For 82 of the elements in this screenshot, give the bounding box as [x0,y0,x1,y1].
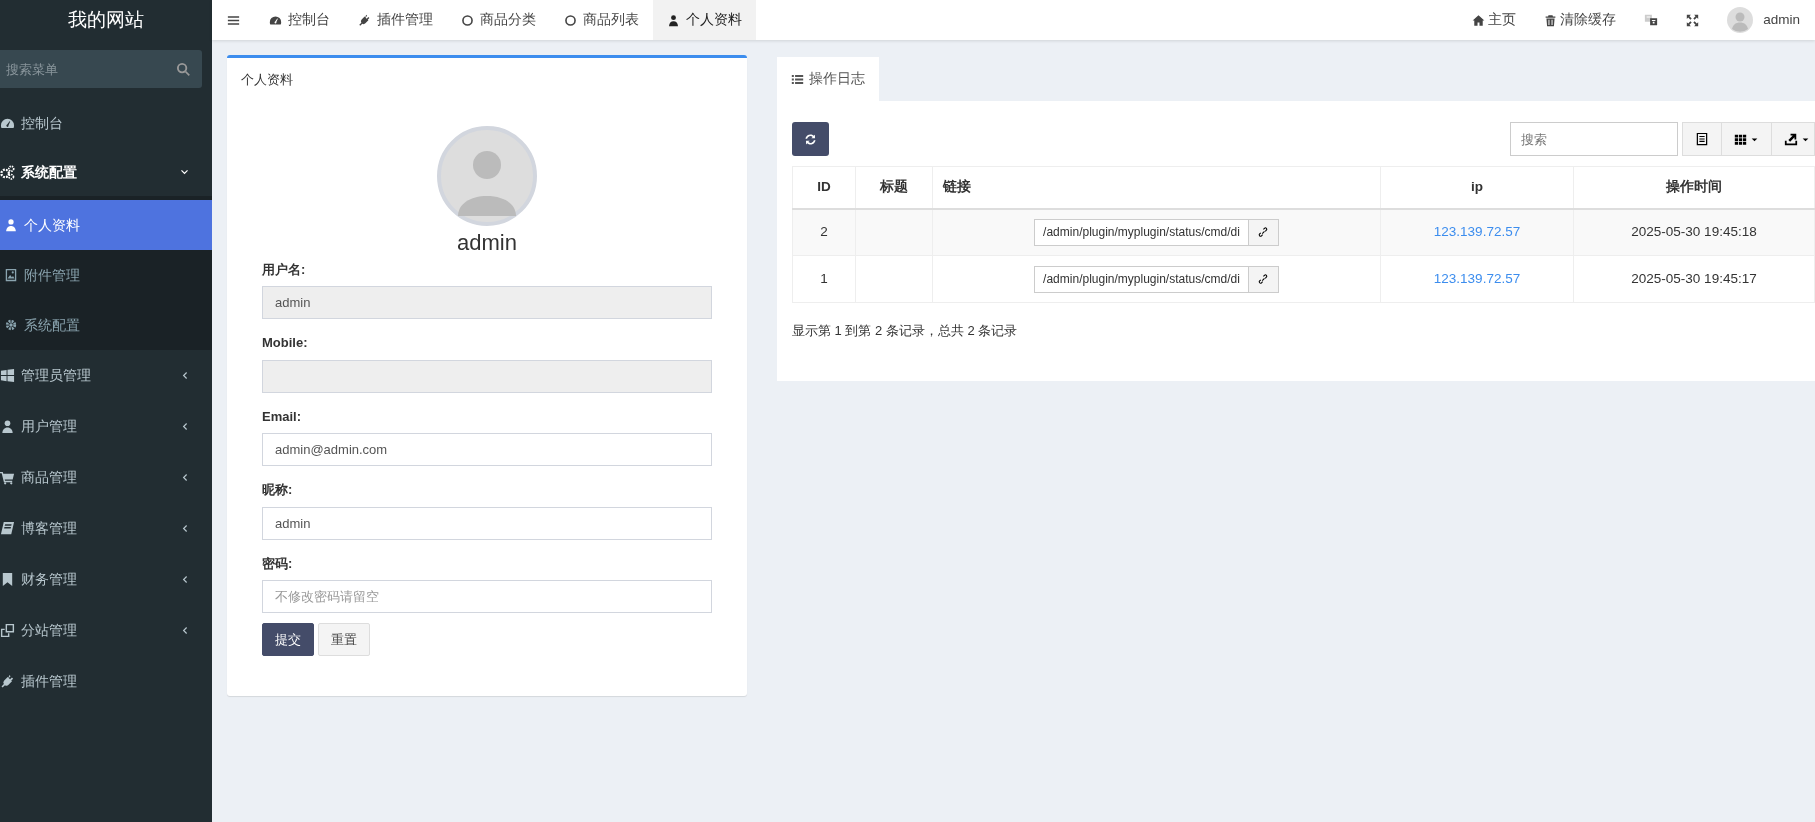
link-field[interactable]: /admin/plugin/myplugin/status/cmd/di [1034,218,1249,246]
field-label: Mobile: [262,334,309,353]
book-icon [0,521,15,536]
fullscreen-icon [1686,13,1700,27]
plug-icon [358,13,371,27]
circle-icon [461,13,474,27]
field-label: 昵称: [262,481,294,500]
user-menu[interactable]: admin [1713,0,1815,40]
open-link-button[interactable] [1248,218,1279,246]
column-header: ID [792,166,856,209]
table-cell: 1 [792,255,856,303]
field-label: 用户名: [262,260,307,279]
gear-icon [4,318,18,332]
toggle-view-button[interactable] [1682,122,1722,156]
trash-icon [1544,13,1558,27]
gauge-icon [269,13,282,27]
user-icon [667,13,680,27]
nav-tab[interactable]: 个人资料 [653,0,756,40]
circle-icon [564,13,577,27]
sidebar-subitem[interactable]: 个人资料 [0,200,212,250]
stacked-squares-icon [0,623,15,638]
nav-link[interactable]: 主页 [1458,0,1531,40]
input-field[interactable]: admin [262,506,712,540]
plug-icon [0,674,15,689]
link-icon [1257,273,1270,285]
sidebar-item[interactable]: 插件管理 [0,656,212,707]
avatar-icon [1727,7,1754,33]
pagination-summary: 显示第 1 到第 2 条记录，总共 2 条记录 [792,322,1018,340]
table-icon [1695,132,1709,146]
sidebar-subitem[interactable]: 系统配置 [0,300,212,350]
open-link-button[interactable] [1248,265,1279,293]
column-header: 链接 [932,166,1381,209]
search-icon [176,62,191,77]
cart-icon [0,470,15,485]
table-cell: 2025-05-30 19:45:17 [1573,255,1815,303]
sidebar-item[interactable]: 管理员管理 [0,350,212,401]
translate-icon [1644,13,1659,27]
field-label: Email: [262,407,302,426]
link-field[interactable]: /admin/plugin/myplugin/status/cmd/di [1034,265,1249,293]
field-label: 密码: [262,554,294,573]
submit-button[interactable]: 提交 [262,623,314,657]
sidebar-item[interactable]: 用户管理 [0,401,212,452]
gauge-icon [0,116,15,131]
windows-icon [0,368,15,383]
menu-search-field[interactable]: 搜索菜单 [0,50,202,88]
sidebar-item[interactable]: 商品管理 [0,452,212,503]
column-header: 操作时间 [1573,166,1815,209]
image-icon [4,268,18,282]
user-icon [4,218,18,232]
column-header: ip [1380,166,1574,209]
nav-tab[interactable]: 商品分类 [447,0,550,40]
table-cell: 2025-05-30 19:45:18 [1573,208,1815,256]
refresh-button[interactable] [792,122,829,156]
list-icon [791,72,804,86]
profile-name: admin [457,229,517,256]
nav-tab[interactable]: 控制台 [255,0,344,40]
columns-button[interactable] [1722,122,1772,156]
export-button[interactable] [1772,122,1815,156]
input-field[interactable]: admin@admin.com [262,433,712,467]
table-cell: 2 [792,208,856,256]
ip-link[interactable]: 123.139.72.57 [1433,270,1521,286]
refresh-icon [804,132,817,146]
grid-icon [1734,132,1747,146]
reset-button[interactable]: 重置 [318,623,370,657]
search-field[interactable]: 搜索 [1510,122,1678,156]
nav-tab[interactable]: 插件管理 [344,0,447,40]
user-icon [0,419,15,434]
home-icon [1472,13,1486,27]
input-field[interactable]: 不修改密码请留空 [262,580,712,614]
sidebar-item[interactable]: 控制台 [0,98,212,149]
card-title: 个人资料 [241,71,294,89]
sidebar-subitem[interactable]: 附件管理 [0,250,212,300]
sidebar-item[interactable]: 分站管理 [0,605,212,656]
panel-tab[interactable]: 操作日志 [777,57,879,101]
sidebar-item[interactable]: 博客管理 [0,503,212,554]
export-icon [1784,132,1798,146]
column-header: 标题 [855,166,933,209]
link-icon [1257,226,1270,239]
nav-tab[interactable]: 商品列表 [550,0,653,40]
nav-link[interactable]: 清除缓存 [1530,0,1631,40]
sidebar-item[interactable]: 财务管理 [0,554,212,605]
bookmark-icon [0,572,15,587]
